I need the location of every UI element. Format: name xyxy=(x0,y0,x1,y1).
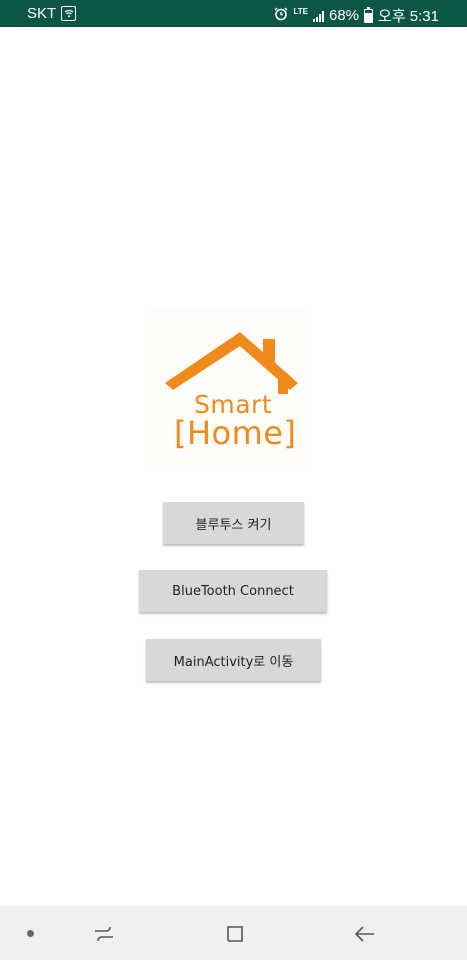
clock: 오후 5:31 xyxy=(378,8,439,25)
bluetooth-connect-button[interactable]: BlueTooth Connect xyxy=(139,570,327,612)
alarm-icon xyxy=(274,7,288,25)
navigation-bar xyxy=(0,906,467,960)
home-icon[interactable] xyxy=(224,923,246,945)
smart-home-logo: Smart [Home] xyxy=(150,308,310,470)
battery-fill xyxy=(365,13,373,22)
signal-icon xyxy=(313,10,324,22)
dot-icon[interactable] xyxy=(27,930,34,937)
recent-apps-icon[interactable] xyxy=(93,923,115,945)
status-right: LTE 68% 오후 5:31 xyxy=(274,5,439,26)
carrier-label: SKT xyxy=(27,5,57,22)
battery-percent: 68% xyxy=(329,7,360,24)
wifi-icon xyxy=(61,6,77,21)
network-type-label: LTE xyxy=(293,6,308,16)
logo-text-home: [Home] xyxy=(174,414,297,452)
house-roof-icon xyxy=(165,332,298,394)
battery-icon xyxy=(364,6,374,23)
status-bar: SKT LTE 68% 오후 5:31 xyxy=(0,0,467,27)
bluetooth-on-button[interactable]: 블루투스 켜기 xyxy=(163,502,304,544)
status-left: SKT xyxy=(27,5,77,22)
go-main-activity-button[interactable]: MainActivity로 이동 xyxy=(146,639,321,681)
back-icon[interactable] xyxy=(354,923,376,945)
